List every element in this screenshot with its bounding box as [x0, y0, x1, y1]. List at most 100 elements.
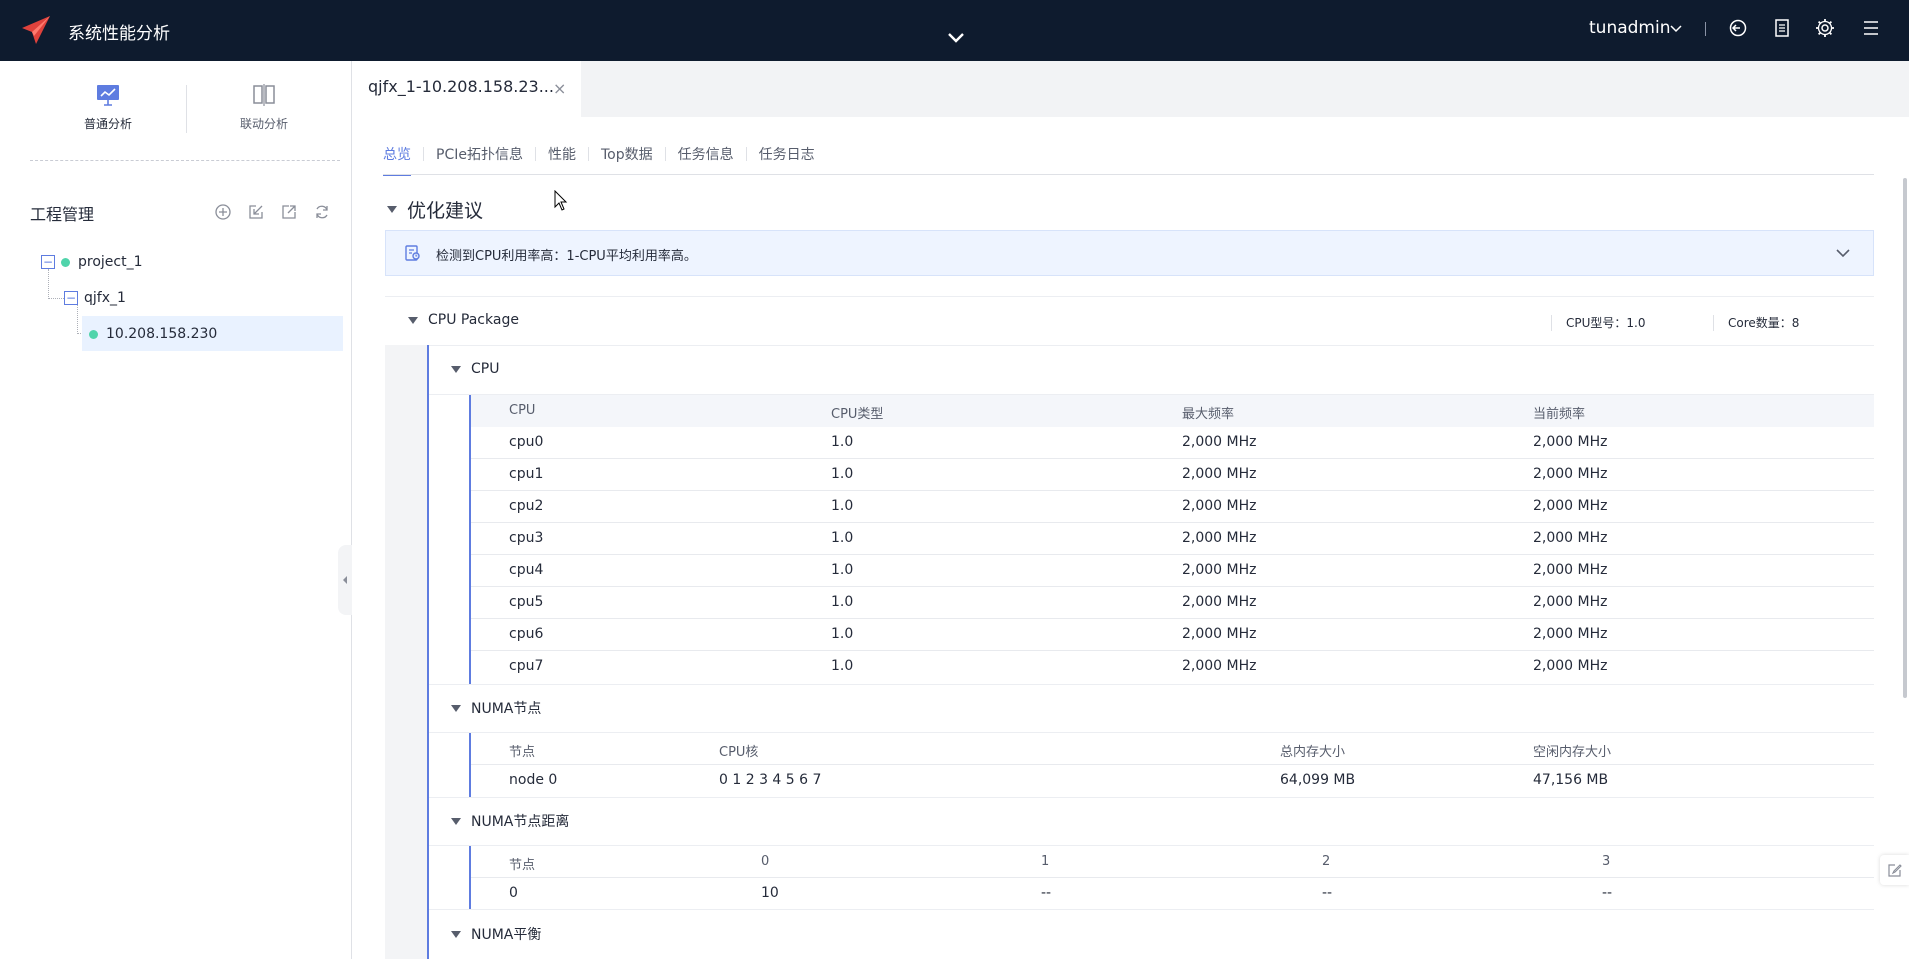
numa-distance-header[interactable]: NUMA节点距离 [451, 811, 569, 831]
table-accent-border [469, 395, 471, 684]
refresh-icon[interactable] [312, 202, 332, 222]
table-cell: 1.0 [831, 562, 854, 578]
tab-separator [587, 147, 589, 161]
table-cell: -- [1602, 885, 1613, 901]
table-cell: -- [1322, 885, 1333, 901]
optimization-section-header[interactable]: 优化建议 [387, 196, 483, 223]
table-header-cell: 当前频率 [1533, 407, 1586, 422]
table-row-divider [471, 554, 1874, 555]
table-cell: 2,000 MHz [1533, 530, 1608, 546]
table-cell: 0 [509, 885, 518, 901]
top-divider [1705, 22, 1706, 36]
split-panel-icon [253, 84, 275, 106]
cpu-section-header[interactable]: CPU [451, 361, 499, 377]
tree-node-label: project_1 [78, 254, 143, 270]
suggestion-banner[interactable]: 检测到CPU利用率高：1-CPU平均利用率高。 [385, 230, 1874, 276]
table-header-cell: 3 [1602, 854, 1611, 869]
tab-task-log[interactable]: 任务日志 [759, 140, 815, 174]
table-row-divider [471, 618, 1874, 619]
mode-tab-linked-analysis[interactable]: 联动分析 [204, 83, 324, 143]
table-header-bg [471, 395, 1874, 427]
import-icon[interactable] [246, 202, 266, 222]
table-cell: 1.0 [831, 434, 854, 450]
table-cell: cpu0 [509, 434, 544, 450]
tree-node-label: qjfx_1 [84, 290, 126, 306]
table-cell: 2,000 MHz [1182, 498, 1257, 514]
chevron-down-icon[interactable] [946, 30, 966, 44]
table-cell: 1.0 [831, 594, 854, 610]
document-icon[interactable] [1771, 17, 1793, 39]
numa-distance-title: NUMA节点距离 [471, 814, 570, 830]
table-header-cell: 2 [1322, 854, 1331, 869]
caret-down-icon [451, 704, 461, 712]
mode-tab-normal-analysis[interactable]: 普通分析 [48, 83, 168, 143]
table-cell: cpu7 [509, 658, 544, 674]
tree-node-project[interactable]: − project_1 [41, 245, 143, 279]
export-icon[interactable] [279, 202, 299, 222]
table-cell: cpu5 [509, 594, 544, 610]
table-header-cell: CPU核 [719, 745, 759, 760]
user-chevron-down-icon[interactable] [1670, 24, 1682, 34]
table-cell: cpu4 [509, 562, 544, 578]
table-header-cell: CPU类型 [831, 407, 884, 422]
app-logo-icon [22, 16, 50, 44]
table-cell: 1.0 [831, 626, 854, 642]
menu-hamburger-icon[interactable] [1860, 17, 1882, 39]
logout-icon[interactable] [1727, 17, 1749, 39]
table-cell: cpu1 [509, 466, 544, 482]
settings-gear-icon[interactable] [1814, 17, 1836, 39]
table-cell: 2,000 MHz [1182, 658, 1257, 674]
cpu-model-info: CPU型号：1.0 [1551, 315, 1645, 331]
table-cell: 0 1 2 3 4 5 6 7 [719, 772, 822, 788]
tree-node-task[interactable]: − qjfx_1 [64, 281, 126, 315]
section-divider [429, 797, 1874, 798]
table-cell: 2,000 MHz [1182, 626, 1257, 642]
table-cell: 2,000 MHz [1182, 434, 1257, 450]
table-cell: cpu3 [509, 530, 544, 546]
tree-node-host[interactable]: 10.208.158.230 [89, 317, 217, 351]
section-divider [429, 909, 1874, 910]
close-icon[interactable]: × [553, 81, 566, 97]
collapse-minus-icon[interactable]: − [41, 255, 55, 269]
status-dot-icon [89, 329, 98, 339]
table-cell: cpu6 [509, 626, 544, 642]
table-header-cell: 节点 [509, 745, 536, 760]
table-header-cell: 空闲内存大小 [1533, 745, 1612, 760]
add-circle-icon[interactable] [213, 202, 233, 222]
sub-tabs: 总览 PCIe拓扑信息 性能 Top数据 任务信息 任务日志 [383, 140, 815, 176]
document-tab[interactable]: qjfx_1-10.208.158.23... × [353, 61, 581, 117]
table-cell: 1.0 [831, 530, 854, 546]
table-cell: 2,000 MHz [1533, 498, 1608, 514]
scrollbar[interactable] [1903, 178, 1907, 698]
table-header-cell: 总内存大小 [1280, 745, 1346, 760]
numa-balance-header[interactable]: NUMA平衡 [451, 924, 541, 944]
numa-nodes-title: NUMA节点 [471, 701, 542, 717]
collapse-minus-icon[interactable]: − [64, 291, 78, 305]
sidebar-collapse-handle[interactable] [338, 545, 352, 615]
numa-nodes-header[interactable]: NUMA节点 [451, 698, 541, 718]
status-dot-icon [61, 257, 70, 267]
tree-connector [48, 298, 64, 299]
floating-feedback-button[interactable] [1880, 855, 1909, 885]
user-menu[interactable]: tunadmin [1589, 18, 1670, 38]
mode-tab-label: 普通分析 [83, 117, 132, 131]
tab-performance[interactable]: 性能 [548, 140, 576, 174]
cpu-package-header[interactable]: CPU Package [408, 312, 519, 328]
section-divider [429, 684, 1874, 685]
tab-top-data[interactable]: Top数据 [601, 140, 653, 174]
tab-task-info[interactable]: 任务信息 [678, 140, 734, 174]
section-divider [429, 732, 1874, 733]
package-gutter [385, 345, 427, 959]
table-cell: 2,000 MHz [1533, 626, 1608, 642]
table-accent-border [469, 733, 471, 797]
section-divider [385, 296, 1874, 297]
tabs-underline [383, 174, 1874, 175]
tab-pcie-topology[interactable]: PCIe拓扑信息 [436, 140, 523, 174]
mode-separator [186, 85, 187, 133]
caret-down-icon [451, 817, 461, 825]
tab-overview[interactable]: 总览 [383, 140, 411, 176]
table-row-divider [471, 522, 1874, 523]
numa-balance-title: NUMA平衡 [471, 927, 542, 943]
expand-chevron-down-icon[interactable] [1835, 247, 1851, 259]
document-tab-label: qjfx_1-10.208.158.23... [368, 77, 554, 96]
